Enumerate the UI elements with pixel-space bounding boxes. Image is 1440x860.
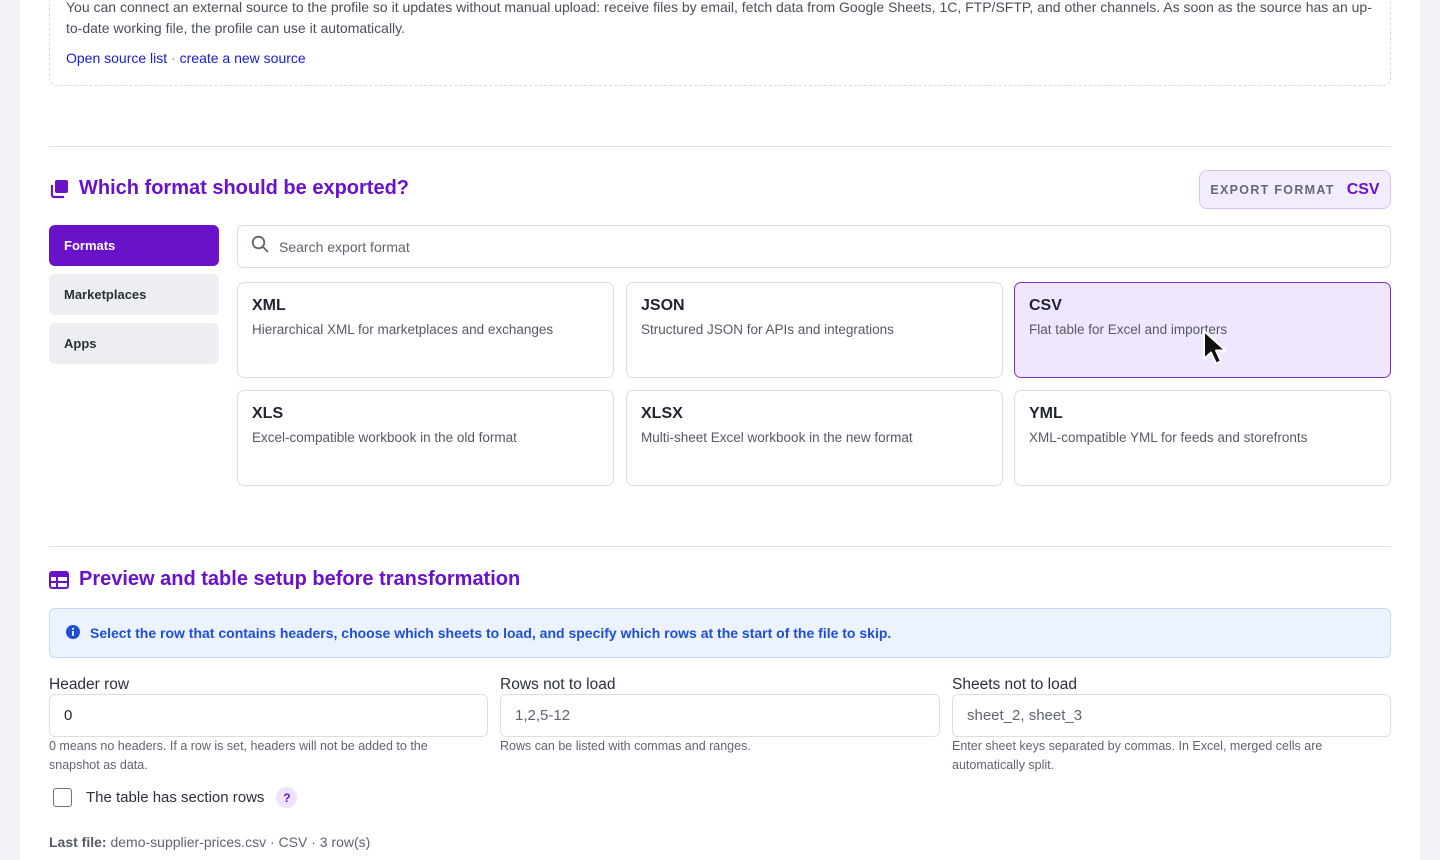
copy-icon <box>49 179 69 199</box>
info-icon <box>66 624 80 642</box>
sheets-not-load-field <box>952 694 1391 737</box>
format-card-xml[interactable]: XML Hierarchical XML for marketplaces an… <box>237 282 614 378</box>
format-name: CSV <box>1029 297 1062 314</box>
format-card-xlsx[interactable]: XLSX Multi-sheet Excel workbook in the n… <box>626 390 1003 486</box>
tab-marketplaces[interactable]: Marketplaces <box>49 274 219 315</box>
header-row-hint: 0 means no headers. If a row is set, hea… <box>49 739 428 772</box>
rows-not-load-field <box>500 694 940 737</box>
source-description: You can connect an external source to th… <box>66 0 1372 36</box>
info-banner: Select the row that contains headers, ch… <box>49 608 1391 658</box>
format-title-text: Which format should be exported? <box>79 177 410 199</box>
create-source-link[interactable]: create a new source <box>180 50 306 66</box>
format-card-json[interactable]: JSON Structured JSON for APIs and integr… <box>626 282 1003 378</box>
format-desc: Excel-compatible workbook in the old for… <box>252 430 517 445</box>
rows-not-load-input[interactable] <box>515 707 939 724</box>
format-desc: XML-compatible YML for feeds and storefr… <box>1029 430 1308 445</box>
export-format-badge: EXPORT FORMAT CSV <box>1199 170 1391 209</box>
format-desc: Hierarchical XML for marketplaces and ex… <box>252 322 554 337</box>
export-format-label: EXPORT FORMAT <box>1210 182 1335 197</box>
header-row-input[interactable] <box>64 707 487 724</box>
mouse-cursor-icon <box>1202 329 1228 372</box>
table-icon <box>49 570 69 589</box>
last-file-value: demo-supplier-prices.csv · CSV · 3 row(s… <box>110 834 371 850</box>
preview-title-text: Preview and table setup before transform… <box>79 568 521 590</box>
preview-section-title: Preview and table setup before transform… <box>49 568 520 591</box>
link-separator: · <box>167 50 180 66</box>
rows-not-load-hint: Rows can be listed with commas and range… <box>500 739 751 753</box>
search-icon <box>251 235 269 258</box>
help-icon[interactable]: ? <box>276 787 298 808</box>
sheets-not-load-input[interactable] <box>967 707 1390 724</box>
sheets-not-load-hint: Enter sheet keys separated by commas. In… <box>952 739 1323 772</box>
divider <box>49 146 1391 147</box>
format-card-xls[interactable]: XLS Excel-compatible workbook in the old… <box>237 390 614 486</box>
header-row-field <box>49 694 488 737</box>
format-name: YML <box>1029 405 1063 422</box>
tab-formats[interactable]: Formats <box>49 225 219 266</box>
format-desc: Structured JSON for APIs and integration… <box>641 322 894 337</box>
source-links: Open source list · create a new source <box>66 50 306 66</box>
tab-apps[interactable]: Apps <box>49 323 219 364</box>
section-rows-checkbox[interactable] <box>53 788 72 807</box>
format-card-yml[interactable]: YML XML-compatible YML for feeds and sto… <box>1014 390 1391 486</box>
header-row-label: Header row <box>49 676 130 693</box>
info-text: Select the row that contains headers, ch… <box>90 625 892 641</box>
format-section-title: Which format should be exported? <box>49 177 409 200</box>
format-search <box>237 225 1391 268</box>
last-file-label: Last file: <box>49 834 107 850</box>
section-rows-row: The table has section rows ? <box>53 787 298 808</box>
format-name: JSON <box>641 297 685 314</box>
rows-not-load-label: Rows not to load <box>500 676 616 693</box>
section-rows-label: The table has section rows <box>86 789 265 806</box>
sheets-not-load-label: Sheets not to load <box>952 676 1077 693</box>
last-file-info: Last file: demo-supplier-prices.csv · CS… <box>49 834 370 850</box>
open-source-list-link[interactable]: Open source list <box>66 50 167 66</box>
format-name: XLS <box>252 405 284 422</box>
export-format-value: CSV <box>1346 180 1380 198</box>
format-name: XML <box>252 297 286 314</box>
format-desc: Multi-sheet Excel workbook in the new fo… <box>641 430 913 445</box>
divider <box>49 546 1391 547</box>
format-name: XLSX <box>641 405 683 422</box>
search-input[interactable] <box>279 238 1279 255</box>
